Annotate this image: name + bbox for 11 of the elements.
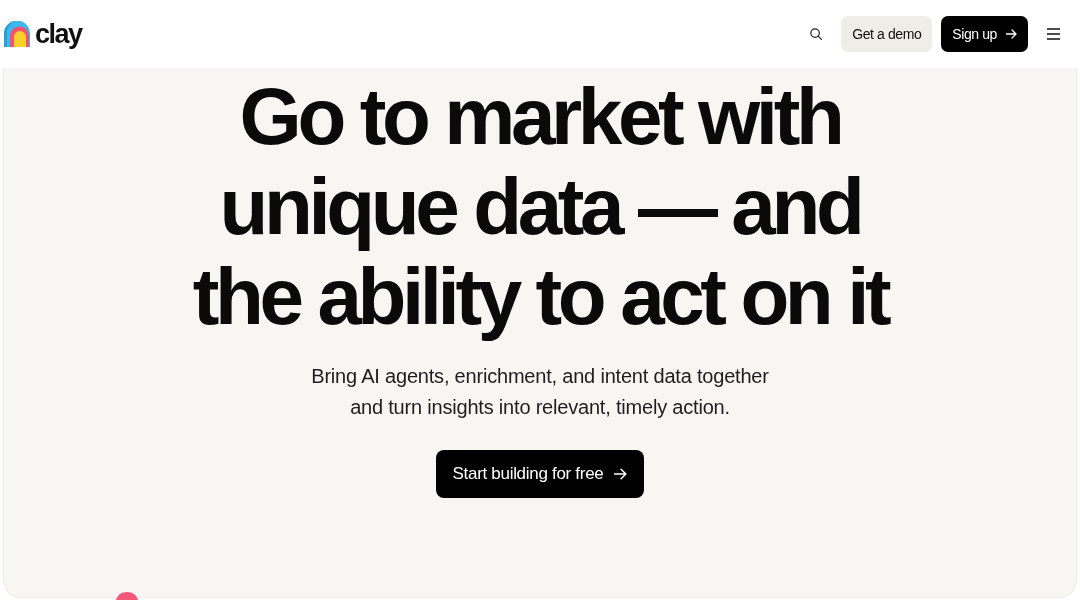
menu-button[interactable] bbox=[1047, 28, 1060, 40]
sign-up-button[interactable]: Sign up bbox=[941, 16, 1028, 52]
search-button[interactable] bbox=[810, 28, 823, 40]
menu-icon bbox=[1047, 28, 1060, 40]
hero-subtitle: Bring AI agents, enrichment, and intent data together and turn insights into relevant, timely action. bbox=[311, 364, 769, 420]
hero-headline: Go to market with unique data — and the ability to act on it bbox=[192, 72, 888, 342]
start-building-button[interactable]: Start building for free bbox=[435, 450, 645, 498]
logo-link[interactable]: clay bbox=[4, 20, 82, 48]
search-icon bbox=[810, 28, 823, 40]
demo-button[interactable]: Get a demo bbox=[841, 16, 933, 52]
arch-logo-icon bbox=[4, 21, 31, 47]
